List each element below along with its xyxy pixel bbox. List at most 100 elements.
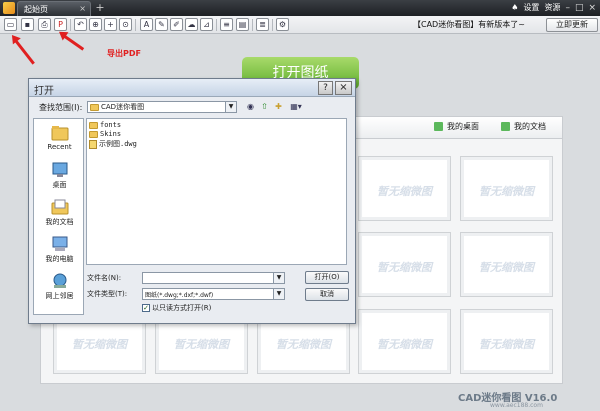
folder-icon [90,103,99,111]
filetype-value: 图纸(*.dwg;*.dxf;*.dwf) [145,292,214,299]
dwg-file-icon [89,139,97,149]
desktop-icon [52,162,67,177]
thumbnail-placeholder: 暂无缩微图 [479,338,534,351]
skin-icon[interactable]: ♠ [511,3,518,12]
thumbnail-placeholder: 暂无缩微图 [276,338,331,351]
brand-url: www.aec188.com [490,402,543,409]
thumbnail-placeholder: 暂无缩微图 [479,185,534,198]
up-folder-icon[interactable]: ⇧ [259,102,270,112]
computer-icon [52,236,67,251]
dialog-help-button[interactable]: ? [318,81,333,95]
zoom-window-icon[interactable]: ⊕ [89,18,102,31]
thumbnail-placeholder: 暂无缩微图 [174,338,229,351]
network-icon [53,273,66,288]
thumbnail[interactable]: 暂无缩微图 [358,156,451,221]
look-in-label: 查找范围(I): [39,103,83,112]
print-icon[interactable]: ⎙ [38,18,51,31]
dialog-title-bar[interactable]: 打开 [29,79,355,97]
file-list: fonts Skins 示例图.dwg [86,118,347,265]
readonly-label: 以只读方式打开(R) [152,304,212,312]
layer-icon[interactable]: ≡ [220,18,233,31]
view-menu-icon[interactable]: ▦▾ [287,102,305,112]
settings-tool-icon[interactable]: ⚙ [276,18,289,31]
tab-label: 我的桌面 [447,122,479,131]
look-in-select[interactable]: CAD迷你看图 ▼ [87,101,237,113]
list-item[interactable]: Skins [89,130,121,138]
stack-icon[interactable]: ≣ [256,18,269,31]
thumbnail-placeholder: 暂无缩微图 [377,261,432,274]
new-folder-icon[interactable]: ✚ [273,102,284,112]
new-tab-button[interactable]: + [94,2,106,14]
layout-icon[interactable]: ▤ [236,18,249,31]
place-label: Recent [47,143,72,151]
tab-my-documents[interactable]: 我的文档 [501,121,546,132]
folder-icon [89,130,98,138]
thumbnail[interactable]: 暂无缩微图 [460,309,553,374]
tab-start-page[interactable]: 起始页 × [17,1,91,16]
toolbar: ▭ ▪ ⎙ P ↶ ⊕ + ⊙ A ✎ ✐ ☁ ⊿ ≡ ▤ ≣ ⚙ 【CAD迷你… [0,16,600,34]
place-recent[interactable]: Recent [34,125,85,151]
zoom-in-icon[interactable]: + [104,18,117,31]
text-icon[interactable]: A [140,18,153,31]
minimize-button[interactable]: – [565,3,570,13]
cloud-markup-icon[interactable]: ☁ [185,18,198,31]
export-pdf-annotation: 导出PDF [107,49,141,58]
place-label: 桌面 [52,181,67,189]
highlighter-icon[interactable]: ✐ [170,18,183,31]
thumbnail-placeholder: 暂无缩微图 [377,338,432,351]
open-button[interactable]: 打开(O) [305,271,349,284]
update-now-button[interactable]: 立即更新 [546,18,598,32]
tab-label: 起始页 [24,5,48,14]
tab-my-desktop[interactable]: 我的桌面 [434,121,479,132]
documents-folder-icon [51,199,68,215]
thumbnail[interactable]: 暂无缩微图 [358,309,451,374]
zoom-extents-icon[interactable]: ⊙ [119,18,132,31]
title-bar: 起始页 × + ♠ 设置 资源 – □ × [0,0,600,16]
list-item[interactable]: 示例图.dwg [89,139,137,149]
filename-label: 文件名(N): [87,274,122,282]
folder-icon [89,121,98,129]
thumbnail-placeholder: 暂无缩微图 [479,261,534,274]
thumbnail[interactable]: 暂无缩微图 [358,232,451,297]
look-in-value: CAD迷你看图 [101,103,145,111]
tab-label: 我的文档 [514,122,546,131]
place-my-computer[interactable]: 我的电脑 [34,236,85,264]
back-icon[interactable]: ◉ [245,102,256,112]
place-desktop[interactable]: 桌面 [34,162,85,190]
settings-link[interactable]: 设置 [523,2,539,13]
filetype-select[interactable]: 图纸(*.dwg;*.dxf;*.dwf) ▼ [142,288,285,300]
desktop-icon [434,122,443,131]
pencil-icon[interactable]: ✎ [155,18,168,31]
chevron-down-icon[interactable]: ▼ [273,289,284,299]
close-button[interactable]: × [588,3,596,13]
thumbnail[interactable]: 暂无缩微图 [460,156,553,221]
app-icon [3,2,15,14]
chevron-down-icon[interactable]: ▼ [225,102,236,112]
update-notice: 【CAD迷你看图】有新版本了~ [413,20,525,29]
list-item[interactable]: fonts [89,121,121,129]
readonly-checkbox[interactable]: ✓ [142,304,150,312]
filetype-label: 文件类型(T): [87,290,128,298]
place-network[interactable]: 网上邻居 [34,273,85,301]
dialog-close-button[interactable]: × [335,81,352,95]
recent-folder-icon [51,126,68,141]
place-label: 我的电脑 [45,255,74,263]
file-name: Skins [100,130,122,138]
save-icon[interactable]: ▪ [21,18,34,31]
resources-link[interactable]: 资源 [544,2,560,13]
chevron-down-icon[interactable]: ▼ [273,273,284,283]
places-bar: Recent 桌面 我的文档 我的电脑 网上邻居 [33,118,84,315]
filename-input[interactable]: ▼ [142,272,285,284]
open-icon[interactable]: ▭ [4,18,17,31]
undo-icon[interactable]: ↶ [74,18,87,31]
readonly-option[interactable]: ✓ 以只读方式打开(R) [142,303,211,313]
open-file-dialog: 打开 ? × 查找范围(I): CAD迷你看图 ▼ ◉ ⇧ ✚ ▦▾ Recen… [28,78,356,324]
cancel-button[interactable]: 取消 [305,288,349,301]
measure-icon[interactable]: ⊿ [200,18,213,31]
tab-close-icon[interactable]: × [79,4,86,13]
place-my-documents[interactable]: 我的文档 [34,199,85,227]
file-name: fonts [100,121,122,129]
dialog-title: 打开 [34,86,54,97]
maximize-button[interactable]: □ [575,3,584,13]
thumbnail[interactable]: 暂无缩微图 [460,232,553,297]
